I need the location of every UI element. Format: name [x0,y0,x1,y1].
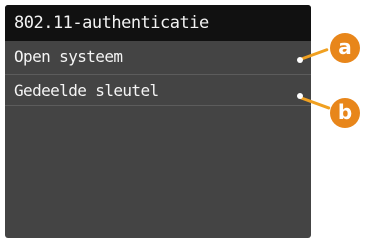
menu-item-label: Open systeem [14,47,123,66]
callout-b-badge: b [330,98,360,128]
menu-item-label: Gedeelde sleutel [14,81,159,100]
menu-list: Open systeem Gedeelde sleutel [5,41,311,106]
screen-title: 802.11-authenticatie [14,13,209,33]
callout-a-badge: a [330,33,360,63]
screen-title-bar: 802.11-authenticatie [5,5,311,41]
menu-item-open-system[interactable]: Open systeem [5,41,311,74]
callout-b-dot [297,93,303,99]
lcd-screen: 802.11-authenticatie Open systeem Gedeel… [5,5,311,238]
callout-a-dot [297,57,303,63]
menu-item-shared-key[interactable]: Gedeelde sleutel [5,74,311,106]
